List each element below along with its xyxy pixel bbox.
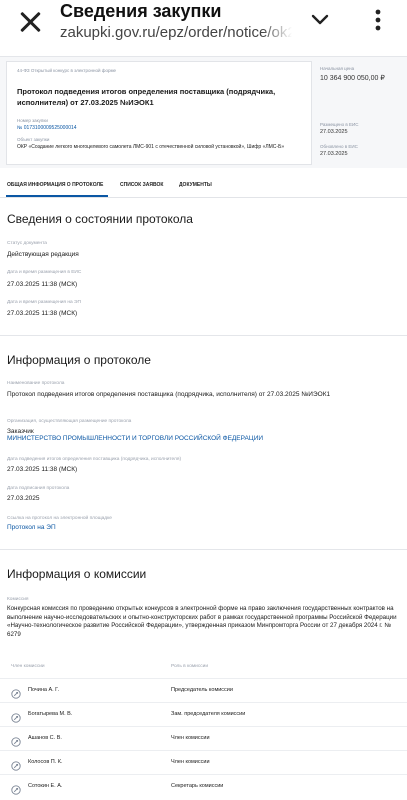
platform-protocol-link[interactable]: Протокол на ЭП xyxy=(7,524,56,531)
close-icon[interactable] xyxy=(18,10,42,34)
member-role: Член комиссии xyxy=(171,735,210,741)
purchase-number-label: Номер закупки xyxy=(17,118,48,123)
more-menu-icon[interactable] xyxy=(372,8,384,32)
member-icon xyxy=(11,758,21,771)
member-icon xyxy=(11,734,21,747)
purchase-summary: 44-ФЗ Открытый конкурс в электронной фор… xyxy=(0,56,407,168)
section-title-protocol: Информация о протоколе xyxy=(7,353,151,367)
table-row: Почина А. Г. Председатель комиссии xyxy=(0,678,407,702)
signed-date-value: 27.03.2025 xyxy=(7,495,40,502)
tab-applications[interactable]: СПИСОК ЗАЯВОК xyxy=(120,182,163,188)
results-date-label: Дата подведения итогов определения поста… xyxy=(7,457,182,462)
active-tab-indicator xyxy=(6,195,108,197)
eis-date-value: 27.03.2025 11:38 (МСК) xyxy=(7,281,78,288)
results-date-value: 27.03.2025 11:38 (МСК) xyxy=(7,466,78,473)
column-header-role: Роль в комиссии xyxy=(171,664,209,669)
member-icon xyxy=(11,782,21,795)
tab-bar: ОБЩАЯ ИНФОРМАЦИЯ О ПРОТОКОЛЕ СПИСОК ЗАЯВ… xyxy=(0,174,407,198)
placed-label: Размещено в ЕИС xyxy=(320,122,359,127)
updated-value: 27.03.2025 xyxy=(320,151,348,157)
url-fade xyxy=(262,22,292,44)
table-row: Колосов П. К. Член комиссии xyxy=(0,750,407,774)
ep-date-label: Дата и время размещения на ЭП xyxy=(7,300,81,305)
commission-value: Конкурсная комиссия по проведению открыт… xyxy=(7,605,397,638)
tab-general-info[interactable]: ОБЩАЯ ИНФОРМАЦИЯ О ПРОТОКОЛЕ xyxy=(7,182,103,188)
object-label: Объект закупки xyxy=(17,137,50,142)
tab-documents[interactable]: ДОКУМЕНТЫ xyxy=(179,182,212,188)
member-role: Зам. председателя комиссии xyxy=(171,711,246,717)
member-role: Председатель комиссии xyxy=(171,687,233,693)
table-row: Богатырева М. В. Зам. председателя комис… xyxy=(0,702,407,726)
member-role: Секретарь комиссии xyxy=(171,783,224,789)
member-icon xyxy=(11,686,21,699)
protocol-name-label: Наименование протокола xyxy=(7,381,65,386)
object-value: ОКР «Создание легкого многоцелевого само… xyxy=(17,144,285,150)
protocol-name-value: Протокол подведения итогов определения п… xyxy=(7,391,331,398)
member-name: Сотокин Е. А. xyxy=(28,783,63,789)
ep-date-value: 27.03.2025 11:38 (МСК) xyxy=(7,310,78,317)
eis-date-label: Дата и время размещения в ЕИС xyxy=(7,270,82,275)
table-row: Сотокин Е. А. Секретарь комиссии xyxy=(0,774,407,798)
section-title-commission: Информация о комиссии xyxy=(7,567,147,581)
member-name: Ашанов С. В. xyxy=(28,735,62,741)
member-name: Колосов П. К. xyxy=(28,759,63,765)
org-name-link[interactable]: МИНИСТЕРСТВО ПРОМЫШЛЕННОСТИ И ТОРГОВЛИ Р… xyxy=(7,435,263,442)
column-header-member: Член комиссии xyxy=(11,664,45,669)
browser-toolbar: Сведения закупки zakupki.gov.ru/epz/orde… xyxy=(0,0,407,56)
status-value: Действующая редакция xyxy=(7,251,79,258)
section-title-status: Сведения о состоянии протокола xyxy=(7,212,193,226)
status-label: Статус документа xyxy=(7,241,47,246)
section-divider xyxy=(0,335,407,336)
procedure-type: 44-ФЗ Открытый конкурс в электронной фор… xyxy=(17,68,117,73)
chevron-down-icon[interactable] xyxy=(310,10,330,30)
section-divider xyxy=(0,549,407,550)
platform-label: Ссылка на протокол на электронной площад… xyxy=(7,516,112,521)
price-value: 10 364 900 050,00 ₽ xyxy=(320,75,385,82)
signed-date-label: Дата подписания протокола xyxy=(7,486,70,491)
org-label: Организация, осуществляющая размещение п… xyxy=(7,419,132,424)
commission-label: Комиссия xyxy=(7,597,29,602)
member-name: Почина А. Г. xyxy=(28,687,60,693)
member-name: Богатырева М. В. xyxy=(28,711,73,717)
updated-label: Обновлено в ЕИС xyxy=(320,144,358,149)
page-title: Сведения закупки xyxy=(60,1,222,21)
member-icon xyxy=(11,710,21,723)
url-text[interactable]: zakupki.gov.ru/epz/order/notice/ok20 xyxy=(60,24,292,41)
purchase-number-link[interactable]: № 0173100009525000014 xyxy=(17,125,77,131)
price-label: Начальная цена xyxy=(320,66,355,71)
protocol-title: Протокол подведения итогов определения п… xyxy=(17,87,276,107)
protocol-card: 44-ФЗ Открытый конкурс в электронной фор… xyxy=(6,61,312,165)
member-role: Член комиссии xyxy=(171,759,210,765)
placed-value: 27.03.2025 xyxy=(320,129,348,135)
table-row: Ашанов С. В. Член комиссии xyxy=(0,726,407,750)
